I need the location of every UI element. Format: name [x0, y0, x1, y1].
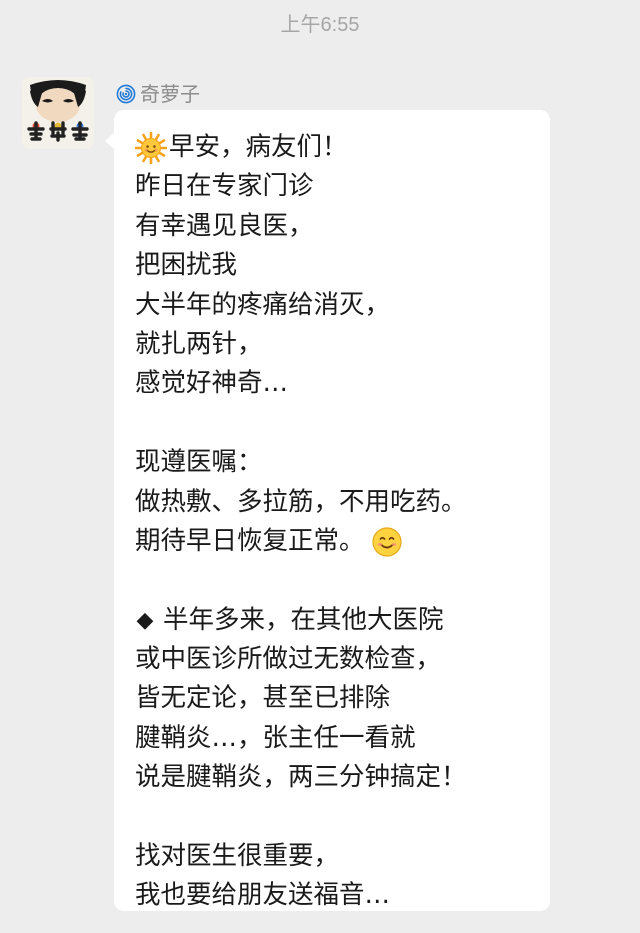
message-line: 大半年的疼痛给消灭，	[135, 286, 545, 325]
spiral-icon	[116, 84, 136, 104]
message-bubble[interactable]: 早安，病友们！ 昨日在专家门诊 有幸遇见良医， 把困扰我大半年的疼痛给消灭， 就扎两针，…	[105, 110, 550, 911]
message-line-text: 昨日在专家门诊	[135, 171, 314, 202]
message-line: 腱鞘炎…，张主任一看就	[135, 719, 545, 758]
message-line-text: 有幸遇见良医，	[135, 210, 314, 241]
avatar-image	[22, 77, 94, 149]
message-line: ◆ 半年多来，在其他大医院	[135, 601, 545, 640]
message-line: 期待早日恢复正常。	[135, 522, 545, 561]
message-line: 现遵医嘱：	[135, 443, 545, 482]
message-line: 把困扰我	[135, 246, 545, 285]
message-line: 找对医生很重要，	[135, 837, 545, 876]
message-line-text: 皆无定论，甚至已排除	[135, 683, 391, 714]
message-line-text: 就扎两针，	[135, 328, 263, 359]
message-blank-line	[135, 404, 545, 443]
bullet-diamond: ◆	[136, 607, 154, 633]
message-line: 早安，病友们！	[135, 128, 545, 167]
message-line-text: 或中医诊所做过无数检查，	[135, 644, 442, 675]
message-line: 感觉好神奇…	[135, 364, 545, 403]
sun-emoji	[135, 131, 167, 164]
message-blank-line	[135, 798, 545, 837]
message-line-text: 把困扰我	[135, 250, 238, 281]
message-body: 早安，病友们！ 昨日在专家门诊 有幸遇见良医， 把困扰我大半年的疼痛给消灭， 就扎两针，…	[135, 128, 545, 916]
message-line-text: 期待早日恢复正常。	[135, 525, 365, 556]
smile-emoji	[371, 526, 402, 557]
message-line-text: 大半年的疼痛给消灭，	[135, 289, 391, 320]
message-line: 说是腱鞘炎，两三分钟搞定！	[135, 758, 545, 797]
message-line-text: 做热敷、多拉筋，不用吃药。	[135, 486, 467, 517]
message-line-text: 半年多来，在其他大医院	[163, 604, 444, 635]
message-line: 我也要给朋友送福音…	[135, 876, 545, 915]
message-line: 皆无定论，甚至已排除	[135, 679, 545, 718]
sender-avatar[interactable]	[22, 77, 94, 149]
message-line-text: 感觉好神奇…	[135, 368, 289, 399]
message-blank-line	[135, 561, 545, 600]
message-timestamp: 上午6:55	[280, 14, 360, 36]
message-line-text: 早安，病友们！	[169, 132, 348, 162]
message-line-text: 我也要给朋友送福音…	[135, 880, 391, 911]
message-line: 昨日在专家门诊	[135, 167, 545, 206]
message-line-text: 找对医生很重要，	[135, 841, 340, 872]
message-line: 有幸遇见良医，	[135, 207, 545, 246]
sender-name: 奇萝子	[140, 82, 200, 106]
message-line-text: 腱鞘炎…，张主任一看就	[135, 722, 416, 753]
message-line: 或中医诊所做过无数检查，	[135, 640, 545, 679]
message-line: 就扎两针，	[135, 325, 545, 364]
message-line-text: 现遵医嘱：	[135, 447, 263, 478]
message-line: 做热敷、多拉筋，不用吃药。	[135, 483, 545, 522]
message-line-text: 说是腱鞘炎，两三分钟搞定！	[135, 762, 467, 793]
sender-header: 奇萝子	[116, 80, 200, 108]
